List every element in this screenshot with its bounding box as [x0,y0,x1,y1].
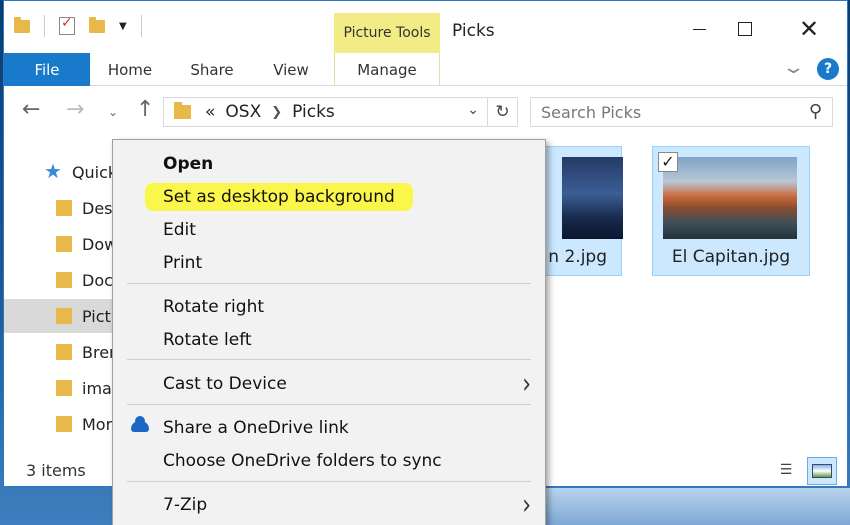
file-item[interactable]: ✓ El Capitan.jpg [652,146,810,276]
sidebar-item-desktop[interactable]: Des [4,191,114,225]
close-icon: ✕ [798,15,820,43]
picture-tools-label: Picture Tools [334,13,440,53]
search-input[interactable]: Search Picks ⚲ [530,97,833,127]
menu-item-share-onedrive-link[interactable]: Share a OneDrive link [113,411,545,444]
chevron-right-icon[interactable]: ❯ [271,105,282,120]
properties-icon[interactable] [59,15,75,35]
menu-item-rotate-left[interactable]: Rotate left [113,323,545,356]
checkbox-checked-icon[interactable]: ✓ [658,152,678,172]
tab-file[interactable]: File [4,53,90,86]
folder-icon [174,102,191,119]
back-arrow-icon[interactable]: ← [22,97,40,122]
expand-ribbon-chevron-icon[interactable]: ⌄ [781,57,805,78]
tab-home[interactable]: Home [94,53,166,86]
sidebar-item-downloads[interactable]: Dow [4,227,117,261]
toolbar-divider [44,15,45,37]
star-icon: ★ [44,159,62,183]
refresh-icon: ↻ [495,102,510,122]
menu-item-rotate-right[interactable]: Rotate right [113,290,545,323]
menu-item-label: Share a OneDrive link [163,417,349,438]
menu-item-edit[interactable]: Edit [113,213,545,246]
tab-manage[interactable]: Manage [334,53,440,86]
breadcrumb-picks[interactable]: Picks [292,102,335,122]
sidebar-item-label: Mor [82,414,113,434]
sidebar-item-folder[interactable]: Mor [4,407,114,441]
cloud-icon [131,416,149,432]
menu-item-7zip[interactable]: 7-Zip › [113,488,545,522]
menu-item-choose-onedrive-folders[interactable]: Choose OneDrive folders to sync [113,444,545,477]
menu-divider [127,283,531,284]
sidebar-item-label: Des [82,198,113,218]
close-button[interactable]: ✕ [786,11,832,47]
recent-locations-chevron-icon[interactable]: ⌄ [108,105,118,119]
sidebar-item-label: Doc [82,270,113,290]
search-placeholder: Search Picks [541,102,642,122]
navigation-bar: ← → ⌄ ↑ « OSX ❯ Picks ⌄ ↻ Search Picks ⚲ [4,87,847,137]
breadcrumb-overflow[interactable]: « [205,102,215,122]
large-icons-view-icon [812,464,832,478]
menu-item-label: Set as desktop background [145,182,413,211]
sidebar-item-label: Quick [71,162,118,182]
synced-folder-icon [56,416,72,432]
image-thumbnail [663,157,797,239]
documents-folder-icon [56,272,72,288]
folder-icon [56,344,72,360]
menu-divider [127,404,531,405]
minimize-button[interactable] [676,11,722,47]
desktop-background [545,488,850,525]
refresh-button[interactable]: ↻ [488,97,518,127]
maximize-button[interactable] [722,11,768,47]
maximize-icon [738,22,752,36]
up-arrow-icon[interactable]: ↑ [136,97,154,122]
image-thumbnail [562,157,623,239]
sidebar-item-documents[interactable]: Doc [4,263,114,297]
folder-icon[interactable] [14,16,30,33]
menu-item-cast-to-device[interactable]: Cast to Device › [113,367,545,401]
breadcrumb-osx[interactable]: OSX [225,102,261,122]
ribbon-tabs: File Home Share View Manage ⌄ ? [4,53,847,86]
sidebar-item-quick-access[interactable]: ★ Quick [4,155,118,189]
customize-toolbar-chevron-icon[interactable]: ▼ [119,21,127,32]
minimize-icon [692,28,706,30]
address-history-chevron-icon[interactable]: ⌄ [467,102,479,118]
details-view-icon[interactable]: ☰ [774,458,798,482]
menu-divider [127,481,531,482]
menu-divider [127,359,531,360]
menu-item-set-desktop-background[interactable]: Set as desktop background [113,180,545,213]
menu-item-label: Cast to Device [163,373,287,394]
downloads-folder-icon [56,236,72,252]
new-folder-icon[interactable] [89,16,105,33]
sidebar-item-folder[interactable]: Bren [4,335,119,369]
folder-icon [56,380,72,396]
tab-view[interactable]: View [256,53,326,86]
sidebar-item-label: ima [82,378,112,398]
address-bar[interactable]: « OSX ❯ Picks ⌄ [163,97,488,127]
navigation-pane: ★ Quick Des Dow Doc Pictu Bren ima Mor [4,141,121,451]
quick-access-toolbar: ▼ [14,15,142,37]
chevron-right-icon: › [522,489,531,522]
window-title: Picks [452,21,495,41]
menu-item-open[interactable]: Open [113,147,545,180]
tab-share[interactable]: Share [176,53,248,86]
sidebar-item-pictures[interactable]: Pictu [4,299,121,333]
large-icons-view-button[interactable] [807,457,837,485]
item-count: 3 items [26,461,86,480]
menu-item-print[interactable]: Print [113,246,545,279]
help-icon[interactable]: ? [817,58,839,80]
search-icon[interactable]: ⚲ [809,101,822,122]
sidebar-item-folder[interactable]: ima [4,371,114,405]
desktop-folder-icon [56,200,72,216]
toolbar-divider [140,15,142,37]
context-menu: Open Set as desktop background Edit Prin… [112,139,546,525]
pictures-folder-icon [56,308,72,324]
chevron-right-icon: › [522,368,531,401]
file-name: El Capitan.jpg [671,247,791,267]
forward-arrow-icon[interactable]: → [66,97,84,122]
title-bar: ▼ Picture Tools Picks ✕ [4,1,847,53]
menu-item-label: 7-Zip [163,494,208,515]
